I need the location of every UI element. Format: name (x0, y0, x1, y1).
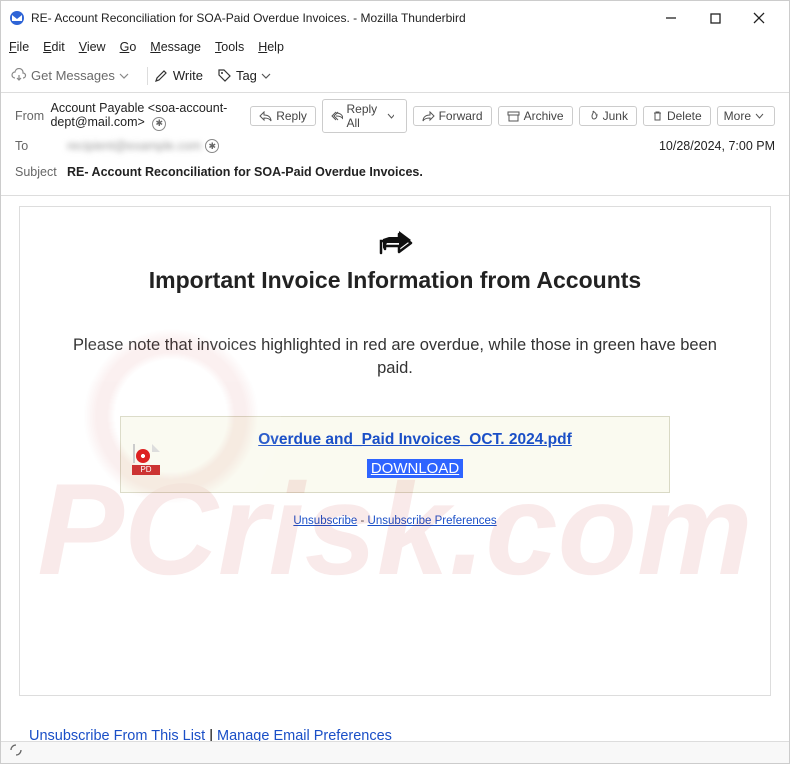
app-window: RE- Account Reconciliation for SOA-Paid … (0, 0, 790, 764)
menubar: File Edit View Go Message Tools Help (1, 35, 789, 59)
footer-manage-prefs-link[interactable]: Manage Email Preferences (217, 728, 392, 741)
attachment-link[interactable]: Overdue and_Paid Invoices_OCT. 2024.pdf (258, 431, 572, 448)
unsubscribe-prefs-link[interactable]: Unsubscribe Preferences (368, 515, 497, 527)
toolbar: Get Messages Write Tag (1, 59, 789, 93)
from-label: From (15, 109, 50, 123)
reply-all-icon (331, 111, 343, 122)
trash-icon (652, 110, 663, 122)
message-date: 10/28/2024, 7:00 PM (659, 139, 775, 153)
chevron-down-icon (261, 71, 271, 81)
contact-badge-icon[interactable]: ✱ (152, 117, 166, 131)
contact-badge-icon[interactable]: ✱ (205, 139, 219, 153)
from-value: Account Payable <soa-account-dept@mail.c… (50, 101, 250, 131)
footer-unsubscribe-link[interactable]: Unsubscribe From This List (29, 728, 205, 741)
write-button[interactable]: Write (154, 68, 203, 83)
subject-label: Subject (15, 165, 67, 179)
from-row: From Account Payable <soa-account-dept@m… (15, 99, 775, 133)
more-button[interactable]: More (717, 106, 775, 126)
delete-button[interactable]: Delete (643, 106, 711, 126)
pdf-file-icon: PD (133, 445, 159, 475)
tag-icon (217, 68, 232, 83)
reply-button[interactable]: Reply (250, 106, 316, 126)
download-cloud-icon (11, 68, 27, 84)
attachment-box: PD Overdue and_Paid Invoices_OCT. 2024.p… (120, 416, 670, 493)
archive-icon (507, 111, 520, 122)
forward-icon (422, 111, 435, 122)
menu-edit[interactable]: Edit (43, 40, 65, 54)
reply-icon (259, 111, 272, 122)
footer-links: Unsubscribe From This List | Manage Emai… (15, 724, 775, 741)
unsubscribe-row: Unsubscribe - Unsubscribe Preferences (30, 515, 760, 527)
sync-icon[interactable] (9, 743, 23, 762)
titlebar: RE- Account Reconciliation for SOA-Paid … (1, 1, 789, 35)
download-button[interactable]: DOWNLOAD (367, 459, 463, 478)
to-value: recipient@example.com (67, 139, 201, 153)
unsubscribe-link[interactable]: Unsubscribe (293, 515, 357, 527)
email-title: Important Invoice Information from Accou… (70, 267, 720, 294)
app-icon (9, 10, 25, 26)
tag-button[interactable]: Tag (217, 68, 275, 83)
header-actions: Reply Reply All Forward Archive Junk Del… (250, 99, 775, 133)
separator (147, 67, 148, 85)
chevron-down-icon (755, 112, 764, 121)
message-headers: From Account Payable <soa-account-dept@m… (1, 93, 789, 196)
message-body: PCrisk.com Important Invoice Information… (1, 196, 789, 741)
menu-help[interactable]: Help (258, 40, 284, 54)
junk-button[interactable]: Junk (579, 106, 637, 126)
archive-button[interactable]: Archive (498, 106, 573, 126)
window-title: RE- Account Reconciliation for SOA-Paid … (31, 11, 649, 25)
menu-tools[interactable]: Tools (215, 40, 244, 54)
minimize-button[interactable] (649, 3, 693, 33)
get-messages-button[interactable]: Get Messages (11, 68, 133, 84)
chevron-down-icon (119, 71, 129, 81)
menu-file[interactable]: File (9, 40, 29, 54)
reply-all-button[interactable]: Reply All (322, 99, 407, 133)
menu-view[interactable]: View (79, 40, 106, 54)
email-paragraph: Please note that invoices highlighted in… (70, 334, 720, 380)
attachment-text: Overdue and_Paid Invoices_OCT. 2024.pdf … (173, 431, 657, 478)
share-icon (30, 225, 760, 257)
fire-icon (588, 110, 599, 122)
menu-message[interactable]: Message (150, 40, 201, 54)
to-label: To (15, 139, 67, 153)
to-row: To recipient@example.com ✱ 10/28/2024, 7… (15, 133, 775, 159)
maximize-button[interactable] (693, 3, 737, 33)
chevron-down-icon (387, 112, 394, 121)
menu-go[interactable]: Go (120, 40, 137, 54)
forward-button[interactable]: Forward (413, 106, 492, 126)
statusbar (1, 741, 789, 763)
pencil-icon (154, 68, 169, 83)
email-content-card: Important Invoice Information from Accou… (19, 206, 771, 696)
close-button[interactable] (737, 3, 781, 33)
subject-value: RE- Account Reconciliation for SOA-Paid … (67, 165, 423, 179)
subject-row: Subject RE- Account Reconciliation for S… (15, 159, 775, 185)
